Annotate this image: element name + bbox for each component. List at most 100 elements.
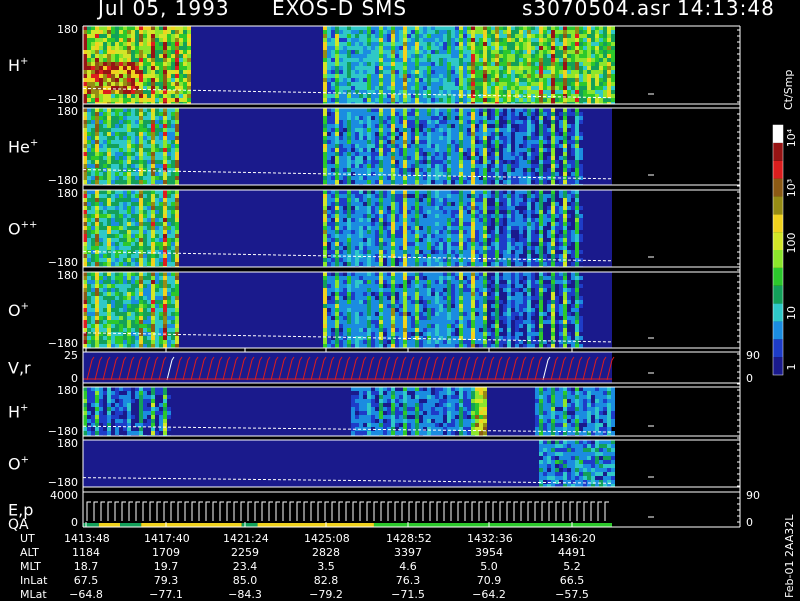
panel-1-cell [539, 148, 543, 152]
panel-2-cell [335, 202, 339, 206]
panel-0-cell [175, 70, 179, 74]
panel-0-cell [563, 54, 567, 58]
panel-2-cell [487, 246, 491, 250]
panel-0-cell [487, 86, 491, 90]
panel-1-cell [543, 124, 547, 128]
panel-1-cell [463, 124, 467, 128]
panel-0-cell [487, 78, 491, 82]
panel-1-cell [447, 180, 451, 184]
panel-0-cell [179, 94, 183, 98]
panel-1-cell [163, 136, 167, 140]
panel-2-cell [95, 214, 99, 218]
panel-1-cell [471, 132, 475, 136]
panel-0-cell [179, 34, 183, 38]
panel-0-cell [331, 30, 335, 34]
panel-0-cell [419, 38, 423, 42]
panel-0-cell [179, 58, 183, 62]
panel-0-cell [559, 54, 563, 58]
panel-0-cell [575, 98, 579, 102]
panel-0-cell [327, 34, 331, 38]
panel-1-cell [427, 124, 431, 128]
panel-0-cell [115, 62, 119, 66]
panel-0-cell [499, 34, 503, 38]
panel-2-cell [151, 194, 155, 198]
panel-2-cell [171, 230, 175, 234]
panel-1-cell [503, 152, 507, 156]
panel-1-cell [451, 112, 455, 116]
panel-1-cell [451, 152, 455, 156]
panel-0-cell [459, 54, 463, 58]
panel-0-cell [147, 50, 151, 54]
panel-0-cell [431, 98, 435, 102]
panel-2-cell [387, 214, 391, 218]
panel-0-cell [143, 58, 147, 62]
panel-2-cell [167, 258, 171, 262]
panel-1-cell [419, 164, 423, 168]
panel-2-cell [175, 258, 179, 262]
panel-0-cell [443, 42, 447, 46]
panel-1-cell [175, 124, 179, 128]
panel-1-cell [555, 136, 559, 140]
panel-0-cell [607, 86, 611, 90]
panel-1-cell [127, 180, 131, 184]
panel-0-cell [83, 62, 87, 66]
panel-1-cell [455, 180, 459, 184]
panel-0-cell [591, 90, 595, 94]
panel-1-cell [395, 140, 399, 144]
panel-1-cell [527, 108, 531, 112]
panel-1-cell [575, 160, 579, 164]
panel-2-cell [339, 258, 343, 262]
panel-0-cell [599, 82, 603, 86]
panel-1-cell [91, 152, 95, 156]
panel-2-cell [359, 234, 363, 238]
panel-1-cell [507, 148, 511, 152]
panel-0-cell [91, 34, 95, 38]
panel-2-cell [351, 198, 355, 202]
panel-1-cell [523, 108, 527, 112]
panel-0-cell [431, 82, 435, 86]
panel-1-cell [563, 168, 567, 172]
panel-1-cell [471, 180, 475, 184]
panel-1-cell [343, 116, 347, 120]
panel-1-cell [131, 136, 135, 140]
panel-1-cell [479, 164, 483, 168]
panel-0-cell [543, 38, 547, 42]
panel-0-cell [495, 50, 499, 54]
panel-0-cell [591, 38, 595, 42]
panel-1-cell [91, 180, 95, 184]
panel-1-cell [171, 152, 175, 156]
panel-0-cell [475, 94, 479, 98]
panel-1-cell [527, 128, 531, 132]
panel-1-cell [527, 148, 531, 152]
panel-0-cell [343, 26, 347, 30]
panel-2-cell [431, 190, 435, 194]
panel-0-cell [115, 46, 119, 50]
panel-2-cell [471, 230, 475, 234]
panel-1-cell [139, 116, 143, 120]
panel-2-cell [367, 194, 371, 198]
panel-0-cell [359, 94, 363, 98]
panel-1-cell [423, 156, 427, 160]
panel-1-cell [331, 132, 335, 136]
panel-0-cell [95, 82, 99, 86]
panel-0-cell [535, 50, 539, 54]
panel-0-cell [511, 86, 515, 90]
panel-2-cell [375, 250, 379, 254]
panel-2-cell [123, 262, 127, 266]
panel-2-cell [343, 226, 347, 230]
panel-2-cell [127, 262, 131, 266]
panel-2-cell [363, 198, 367, 202]
panel-0-cell [91, 26, 95, 30]
panel-1-cell [91, 136, 95, 140]
panel-2-cell [335, 222, 339, 226]
panel-0-cell [559, 62, 563, 66]
panel-1-cell [339, 116, 343, 120]
panel-0-cell [599, 50, 603, 54]
panel-0-cell [375, 58, 379, 62]
panel-2-cell [463, 210, 467, 214]
panel-0-cell [467, 38, 471, 42]
panel-0-cell [479, 46, 483, 50]
panel-2-cell [459, 194, 463, 198]
panel-2-cell [359, 206, 363, 210]
panel-1-cell [531, 132, 535, 136]
